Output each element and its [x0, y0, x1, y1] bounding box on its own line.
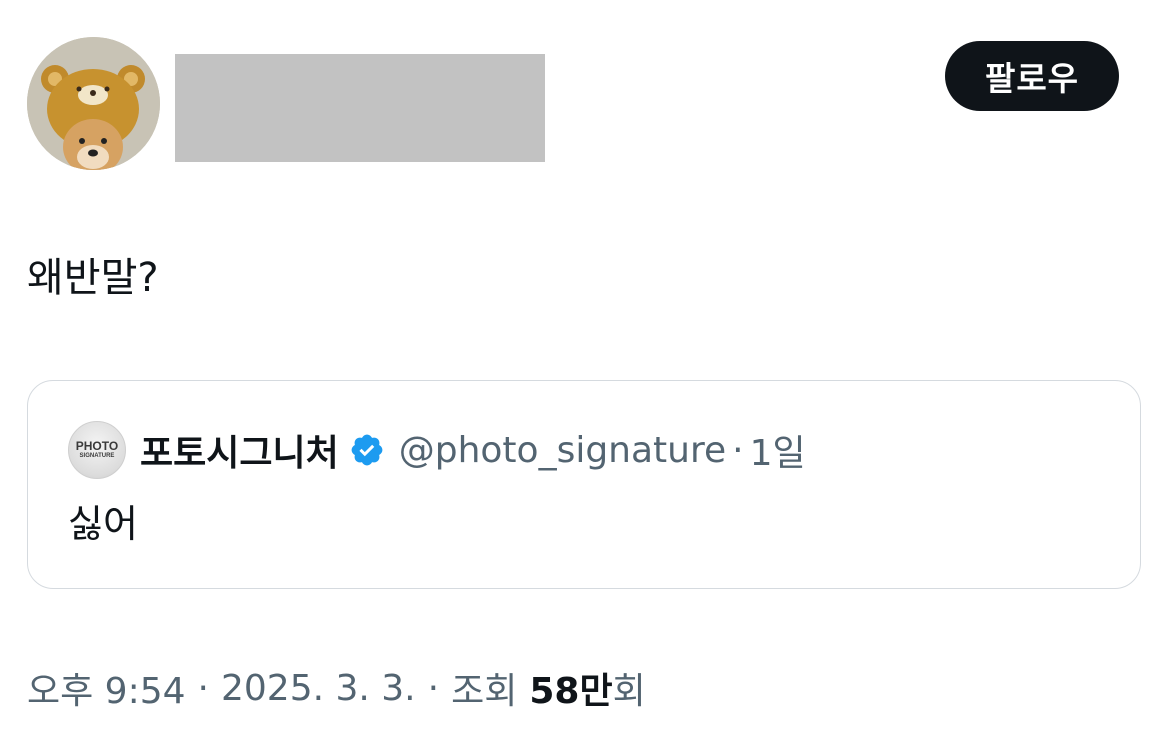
quote-author-avatar[interactable]: PHOTO SIGNATURE: [68, 421, 126, 479]
separator-dot: ·: [197, 667, 209, 709]
quote-text: 싫어: [68, 502, 138, 546]
tweet-text: 왜반말?: [27, 255, 159, 301]
quote-header: 포토시그니처 @photo_signature · 1일: [140, 421, 806, 479]
avatar-logo-line2: SIGNATURE: [79, 453, 115, 459]
quoted-tweet-card[interactable]: PHOTO SIGNATURE 포토시그니처 @photo_signature …: [27, 380, 1141, 589]
quote-handle[interactable]: @photo_signature: [399, 430, 726, 471]
dog-avatar-icon: [27, 37, 160, 170]
views-label: 조회: [451, 671, 518, 712]
tweet-date[interactable]: 2025. 3. 3.: [221, 668, 416, 709]
author-avatar[interactable]: [27, 37, 160, 170]
separator-dot: ·: [427, 667, 440, 709]
quote-timestamp[interactable]: 1일: [750, 424, 806, 476]
redacted-author-name: [175, 54, 545, 162]
separator-dot: ·: [732, 429, 744, 471]
verified-badge-icon: [349, 432, 385, 468]
tweet-time[interactable]: 오후 9:54: [27, 662, 186, 714]
views-count[interactable]: 58만: [529, 662, 612, 714]
views-suffix: 회: [612, 671, 646, 712]
follow-button[interactable]: 팔로우: [945, 41, 1119, 111]
avatar-logo-line1: PHOTO: [75, 439, 119, 453]
quote-display-name[interactable]: 포토시그니처: [140, 424, 339, 476]
tweet-meta: 오후 9:54 · 2025. 3. 3. · 조회 58만 회: [27, 662, 646, 714]
